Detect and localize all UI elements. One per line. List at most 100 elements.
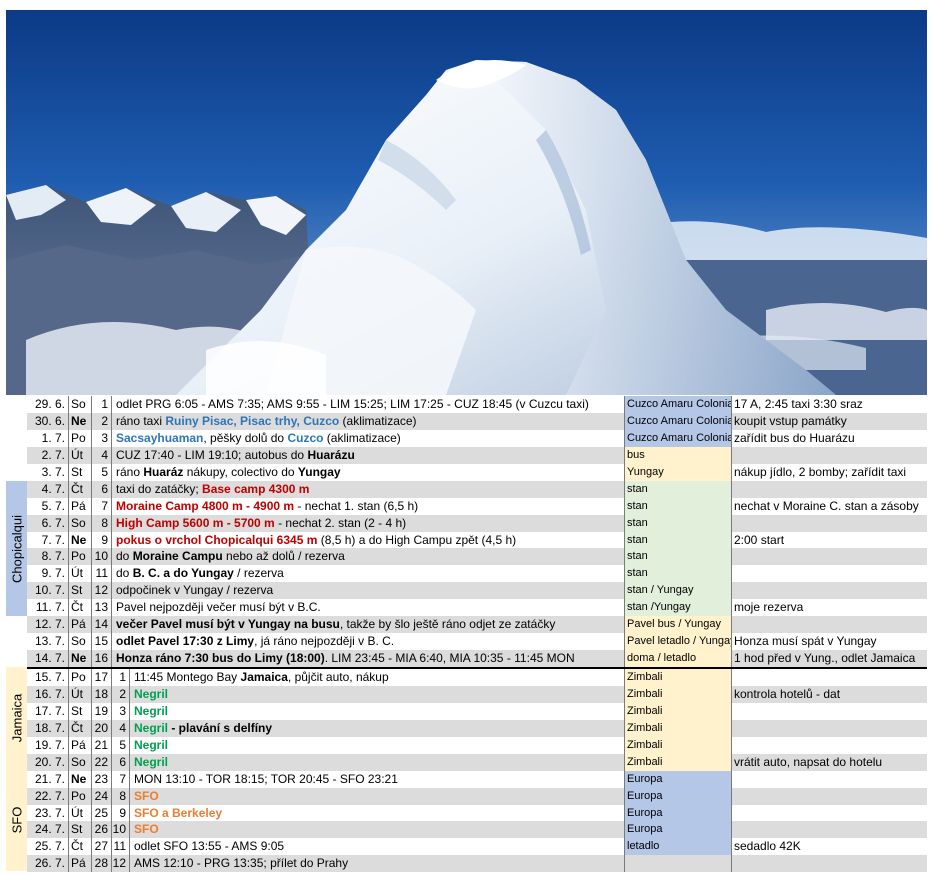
program-text: odlet PRG 6:05 - AMS 7:35; AMS 9:55 - LI… <box>116 397 589 411</box>
day-number-cell: 14 <box>92 616 112 634</box>
program-cell: High Camp 5600 m - 5700 m - nechat 2. st… <box>113 514 625 532</box>
itinerary-table: Chopicalqui Jamaica SFO 29. 6. So 1 odlet PRG… <box>6 396 927 874</box>
program-cell: Negril <box>131 685 625 703</box>
program-text: Moraine Campu <box>132 549 223 564</box>
note-cell <box>732 703 927 720</box>
program-cell: 11:45 Montego Bay Jamaica, půjčit auto, … <box>131 669 625 686</box>
note-cell <box>732 582 927 599</box>
day-number-cell: 4 <box>92 446 112 464</box>
note-cell: zařídit bus do Huarázu <box>734 430 855 445</box>
program-text: pokus o vrchol Chopicalqui 6345 m <box>116 532 318 547</box>
accommodation-cell: Zimbali <box>625 702 732 720</box>
section-band-label: SFO <box>9 806 24 834</box>
accommodation-cell: stan <box>625 565 732 583</box>
accommodation-cell: Cuzco Amaru Colonial <box>625 412 732 430</box>
date-cell: 1. 7. <box>27 429 69 447</box>
table-row: 11. 7. Čt 13 Pavel nejpozději večer musí bý… <box>27 599 927 617</box>
date-cell: 29. 6. <box>27 396 69 413</box>
jamaica-day-cell: 6 <box>112 753 130 771</box>
program-cell: odlet Pavel 17:30 z Limy, já ráno nejpoz… <box>113 633 625 651</box>
table-row: 3. 7. St 5 ráno Huaráz nákupy, colectivo do… <box>27 463 927 481</box>
day-number-cell: 23 <box>92 770 112 788</box>
table-row: 21. 7. Ne 23 7 MON 13:10 - TOR 18:15; TOR 20… <box>27 770 927 788</box>
date-cell: 19. 7. <box>27 736 69 754</box>
program-text: Honza ráno 7:30 bus do Limy (18:00) <box>116 651 325 666</box>
weekday-cell: Ne <box>69 650 92 667</box>
program-text: Negril <box>134 720 169 735</box>
table-row: 16. 7. Út 18 2 Negril Zimbali kontrola hotelů … <box>27 685 927 703</box>
accommodation-cell: Zimbali <box>625 685 732 703</box>
date-cell: 15. 7. <box>27 669 69 686</box>
accommodation-cell: stan <box>625 497 732 515</box>
accommodation-cell: stan <box>625 531 732 549</box>
date-cell: 30. 6. <box>27 412 69 430</box>
program-text: SFO <box>134 822 159 837</box>
note-cell: 1 hod před v Yung., odlet Jamaica <box>734 651 916 666</box>
table-row: 23. 7. Út 25 9 SFO a Berkeley Europa <box>27 804 927 822</box>
table-row: 29. 6. So 1 odlet PRG 6:05 - AMS 7:35; AMS … <box>27 396 927 413</box>
note-cell <box>732 771 927 788</box>
table-row: 26. 7. Pá 28 12 AMS 12:10 - PRG 13:35; příle… <box>27 855 927 873</box>
program-text: do <box>116 566 133 581</box>
date-cell: 26. 7. <box>27 855 69 873</box>
accommodation-cell: Zimbali <box>625 736 732 754</box>
table-row: 2. 7. Út 4 CUZ 17:40 - LIM 19:10; autobus d… <box>27 446 927 464</box>
accommodation-cell: bus <box>625 446 732 464</box>
jamaica-day-cell: 10 <box>112 821 130 839</box>
weekday-cell: So <box>69 633 92 651</box>
section-band-label: Chopicalqui <box>9 514 24 583</box>
table-row: 25. 7. Čt 27 11 odlet SFO 13:55 - AMS 9:05 le… <box>27 838 927 856</box>
note-cell <box>732 515 927 532</box>
note-cell: kontrola hotelů - dat <box>734 686 841 701</box>
table-row: 19. 7. Pá 21 5 Negril Zimbali <box>27 736 927 754</box>
weekday-cell: St <box>69 463 92 481</box>
section-bands: Chopicalqui Jamaica SFO <box>6 396 27 874</box>
weekday-cell: Pá <box>69 855 92 873</box>
weekday-cell: Pá <box>69 497 92 515</box>
day-number-cell: 21 <box>92 736 112 754</box>
program-text: (aklimatizace) <box>339 413 417 428</box>
program-text: , já ráno nejpozději v B. C. <box>254 634 395 649</box>
table-row: 4. 7. Čt 6 taxi do zatáčky; Base camp 4300 … <box>27 480 927 498</box>
program-text: , půjčit auto, nákup <box>287 670 389 684</box>
day-number-cell: 19 <box>92 702 112 720</box>
date-cell: 8. 7. <box>27 548 69 566</box>
note-cell <box>732 855 927 872</box>
note-cell <box>732 447 927 464</box>
table-row: 17. 7. St 19 3 Negril Zimbali <box>27 702 927 720</box>
program-text: Huaráz <box>143 464 184 479</box>
accommodation-cell: Europa <box>625 804 732 822</box>
program-text: odpočinek v Yungay / rezerva <box>116 583 274 598</box>
note-cell: nechat v Moraine C. stan a zásoby <box>734 498 919 513</box>
program-text: ráno <box>116 464 144 479</box>
note-cell <box>732 805 927 822</box>
date-cell: 3. 7. <box>27 463 69 481</box>
accommodation-cell: stan / Yungay <box>625 582 732 600</box>
date-cell: 4. 7. <box>27 480 69 498</box>
date-cell: 6. 7. <box>27 514 69 532</box>
weekday-cell: Út <box>69 446 92 464</box>
jamaica-day-cell: 12 <box>112 855 130 873</box>
program-cell: taxi do zatáčky; Base camp 4300 m <box>113 480 625 498</box>
program-cell: Negril <box>131 702 625 720</box>
program-text: Negril <box>134 686 169 701</box>
weekday-cell: Út <box>69 685 92 703</box>
weekday-cell: Po <box>69 548 92 566</box>
weekday-cell: Čt <box>69 719 92 737</box>
weekday-cell: St <box>69 821 92 839</box>
date-cell: 12. 7. <box>27 616 69 634</box>
weekday-cell: Út <box>69 804 92 822</box>
weekday-cell: Čt <box>69 838 92 856</box>
accommodation-cell: doma / letadlo <box>625 650 732 667</box>
date-cell: 11. 7. <box>27 599 69 617</box>
jamaica-day-cell: 4 <box>112 719 130 737</box>
note-cell: nákup jídlo, 2 bomby; zařídit taxi <box>734 464 907 479</box>
table-row: 8. 7. Po 10 do Moraine Campu nebo až dolů /… <box>27 548 927 566</box>
program-text: večer Pavel musí být v Yungay na busu <box>116 617 340 632</box>
program-text: nákupy, colectivo do <box>183 464 298 479</box>
date-cell: 10. 7. <box>27 582 69 600</box>
table-row: 14. 7. Ne 16 Honza ráno 7:30 bus do Limy (1… <box>27 650 927 669</box>
table-row: 10. 7. St 12 odpočinek v Yungay / rezerva st… <box>27 582 927 600</box>
table-row: 1. 7. Po 3 Sacsayhuaman, pěšky dolů do Cuzc… <box>27 429 927 447</box>
weekday-cell: Po <box>69 787 92 805</box>
